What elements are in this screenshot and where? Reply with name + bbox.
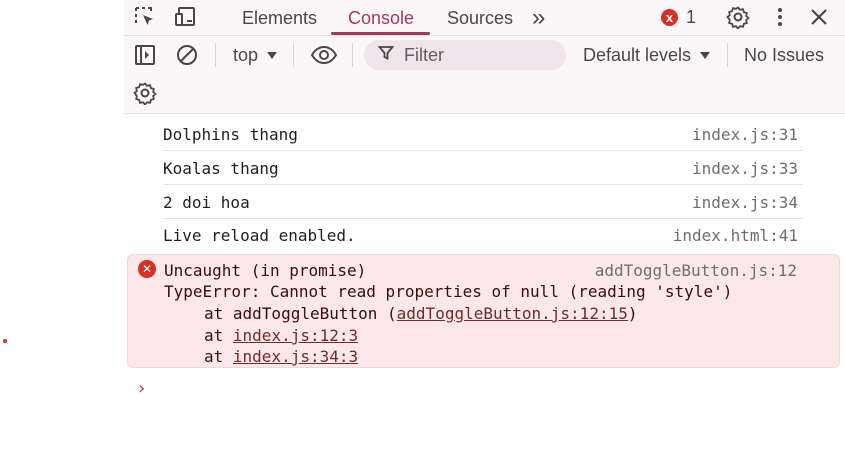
error-source-link[interactable]: addToggleButton.js:12: [595, 261, 797, 280]
toolbar-divider: [352, 43, 353, 67]
settings-gear-icon[interactable]: [724, 3, 752, 31]
tab-console[interactable]: Console: [348, 0, 414, 36]
error-count-badge[interactable]: x 1: [661, 6, 696, 28]
stack-frame: at addToggleButton (addToggleButton.js:1…: [204, 304, 637, 323]
page-dot: [3, 339, 7, 343]
error-count: 1: [686, 6, 697, 27]
console-message: Live reload enabled. index.html:41: [163, 219, 803, 252]
console-message: Dolphins thang index.js:31: [163, 118, 803, 151]
chevron-down-icon: [266, 45, 278, 66]
stack-frame-link[interactable]: index.js:12:3: [233, 326, 358, 345]
message-source-link[interactable]: index.html:41: [673, 226, 798, 245]
issues-button[interactable]: No Issues: [744, 36, 824, 74]
toolbar-divider: [293, 43, 294, 67]
message-text: Dolphins thang: [163, 125, 298, 144]
tab-elements[interactable]: Elements: [242, 0, 317, 36]
toolbar-divider: [215, 43, 216, 67]
error-title: Uncaught (in promise): [164, 261, 367, 280]
chevron-down-icon: [699, 45, 711, 66]
more-options-icon[interactable]: [766, 3, 794, 31]
console-prompt-chevron-icon[interactable]: ›: [138, 378, 145, 399]
clear-console-icon[interactable]: [173, 41, 201, 69]
message-text: Koalas thang: [163, 159, 279, 178]
error-x-icon: ✕: [138, 260, 156, 278]
stack-frame-prefix: at addToggleButton (: [204, 304, 397, 323]
console-error-message: ✕ Uncaught (in promise) addToggleButton.…: [127, 254, 840, 368]
context-selector-label: top: [233, 44, 259, 65]
toolbar-divider: [727, 43, 728, 67]
live-expression-eye-icon[interactable]: [310, 41, 338, 69]
stack-frame-prefix: at: [204, 326, 233, 345]
console-message: 2 doi hoa index.js:34: [163, 186, 803, 219]
console-message: Koalas thang index.js:33: [163, 152, 803, 185]
filter-input[interactable]: Filter: [364, 40, 566, 70]
device-toolbar-icon[interactable]: [173, 3, 201, 31]
show-sidebar-icon[interactable]: [131, 41, 159, 69]
console-toolbar-secondary: [124, 74, 845, 114]
message-source-link[interactable]: index.js:31: [692, 125, 798, 144]
close-devtools-icon[interactable]: [805, 3, 833, 31]
error-icon: x: [661, 8, 678, 26]
stack-frame: at index.js:34:3: [204, 347, 358, 366]
stack-frame-suffix: ): [627, 304, 638, 323]
message-text: 2 doi hoa: [163, 193, 250, 212]
log-levels-label: Default levels: [583, 44, 692, 65]
error-message: TypeError: Cannot read properties of nul…: [164, 282, 733, 301]
context-selector[interactable]: top: [233, 36, 278, 74]
tab-sources[interactable]: Sources: [447, 0, 513, 36]
page-content-area: [0, 0, 124, 475]
filter-placeholder: Filter: [404, 44, 444, 65]
message-text: Live reload enabled.: [163, 226, 356, 245]
console-settings-gear-icon[interactable]: [131, 79, 159, 107]
filter-icon: [377, 45, 395, 66]
active-tab-indicator: [331, 32, 430, 35]
stack-frame-link[interactable]: index.js:34:3: [233, 347, 358, 366]
stack-frame: at index.js:12:3: [204, 326, 358, 345]
more-tabs-icon[interactable]: »: [532, 0, 545, 36]
message-source-link[interactable]: index.js:33: [692, 159, 798, 178]
stack-frame-link[interactable]: addToggleButton.js:12:15: [397, 304, 628, 323]
message-source-link[interactable]: index.js:34: [692, 193, 798, 212]
log-levels-dropdown[interactable]: Default levels: [583, 36, 711, 74]
devtools-panel: Elements Console Sources » x 1 top Filte…: [124, 0, 845, 475]
inspect-element-icon[interactable]: [131, 3, 159, 31]
stack-frame-prefix: at: [204, 347, 233, 366]
